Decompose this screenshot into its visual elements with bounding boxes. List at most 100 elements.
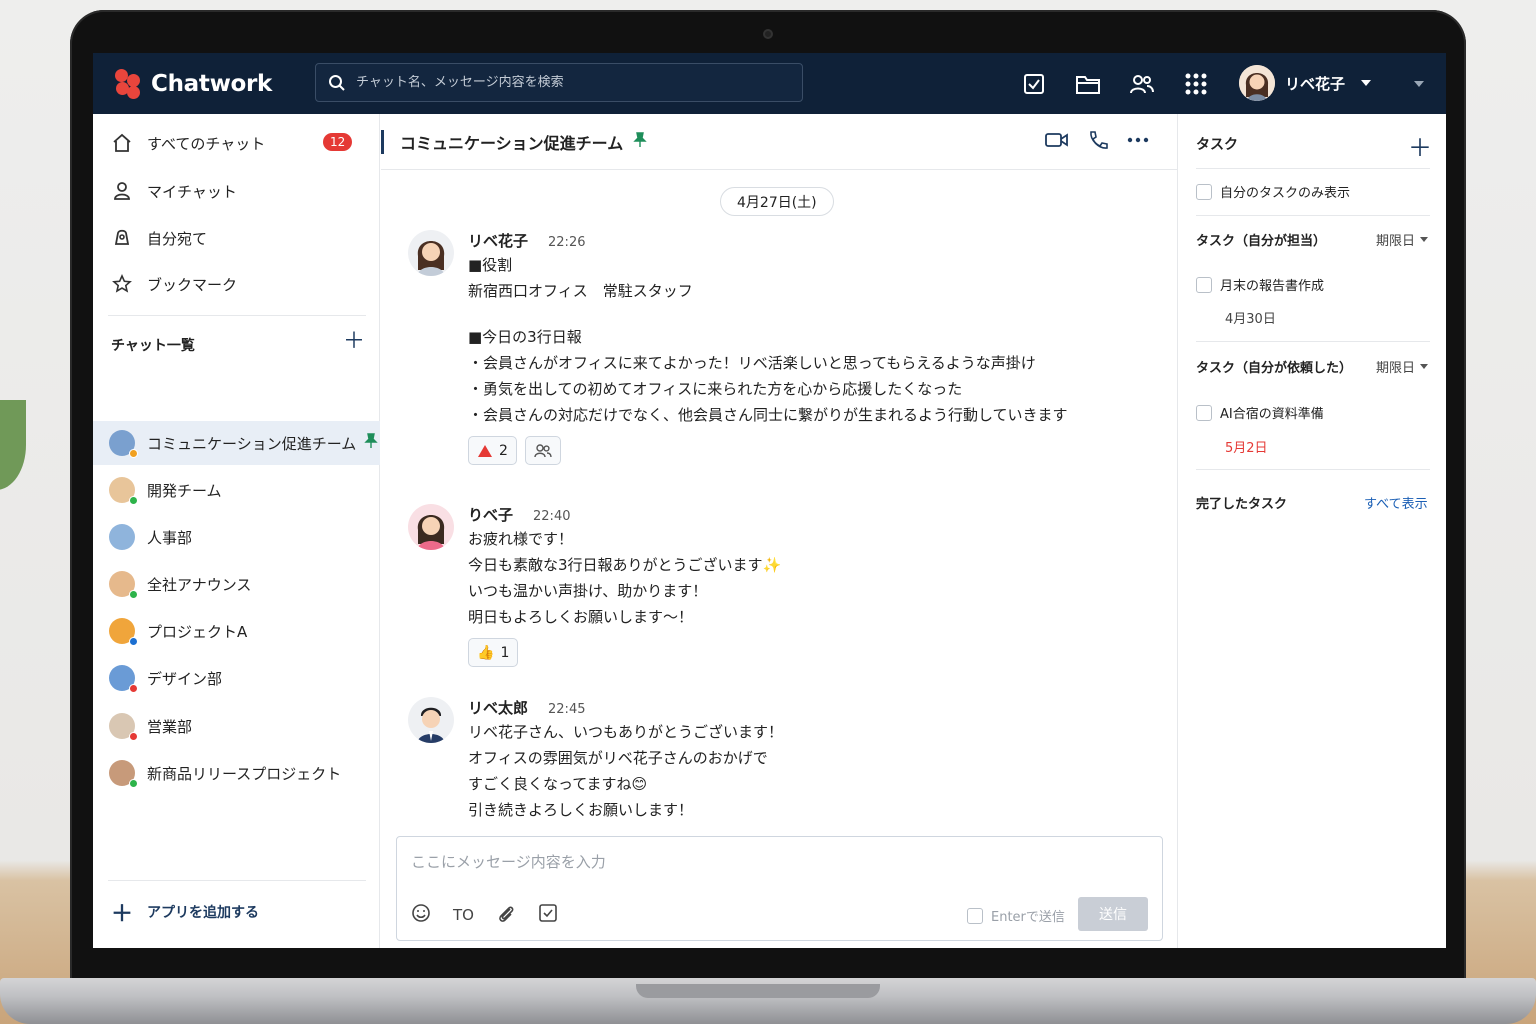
left-sidebar: すべてのチャット 12 マイチャット 自分宛て ブックマーク チャット一覧 ＋ … [93, 114, 380, 948]
task-item[interactable]: AI合宿の資料準備 [1196, 403, 1324, 422]
composer-toolbar: TO [411, 903, 558, 927]
message-input[interactable] [411, 851, 1141, 881]
sender-name[interactable]: リベ太郎 [468, 697, 528, 718]
chat-title: コミュニケーション促進チーム [400, 133, 624, 153]
message-line: ・勇気を出しての初めてオフィスに来られた方を心から応援したくなった [468, 380, 963, 398]
room-item-communication[interactable]: コミュニケーション促進チーム [93, 421, 380, 465]
only-my-tasks-toggle[interactable]: 自分のタスクのみ表示 [1196, 182, 1350, 201]
message-line: 引き続きよろしくお願いします！ [468, 801, 694, 819]
task-divider [1196, 341, 1430, 342]
avatar[interactable] [408, 504, 454, 550]
to-button[interactable]: TO [453, 906, 474, 924]
message-line: ■役割 [468, 256, 513, 274]
search-icon [329, 74, 345, 91]
webcam [763, 29, 773, 39]
chevron-down-icon[interactable] [1414, 81, 1424, 87]
task-panel-title: タスク [1196, 137, 1238, 153]
room-item-design[interactable]: デザイン部 [93, 656, 380, 700]
only-mine-checkbox[interactable] [1196, 183, 1212, 200]
task-label: AI合宿の資料準備 [1220, 407, 1324, 422]
attachment-icon[interactable] [496, 903, 516, 927]
task-label: 月末の報告書作成 [1220, 279, 1325, 294]
user-menu[interactable]: リベ花子 [1239, 65, 1372, 101]
sort-dropdown[interactable]: 期限日 [1376, 357, 1429, 376]
task-checkbox[interactable] [1196, 276, 1212, 293]
more-options-icon[interactable] [1127, 130, 1149, 156]
room-label: 全社アナウンス [147, 575, 252, 594]
chat-header: コミュニケーション促進チーム [381, 114, 1177, 170]
message-time: 22:45 [548, 702, 586, 717]
message-line: いつも温かい声掛け、助かります！ [468, 582, 708, 600]
show-all-link[interactable]: すべて表示 [1364, 493, 1428, 512]
user-name: リベ花子 [1285, 74, 1346, 93]
enter-to-send-toggle[interactable]: Enterで送信 [967, 906, 1065, 925]
room-label: 営業部 [147, 717, 193, 736]
video-call-icon[interactable] [1045, 130, 1069, 156]
add-task-button[interactable]: ＋ [1408, 128, 1432, 163]
room-label: プロジェクトA [147, 622, 248, 641]
chevron-down-icon [1420, 364, 1429, 369]
logo-mark-icon [113, 68, 145, 100]
chatwork-logo[interactable]: Chatwork [113, 68, 315, 100]
task-add-icon[interactable] [538, 903, 558, 927]
enter-send-checkbox[interactable] [967, 907, 983, 924]
room-label: 開発チーム [147, 481, 222, 500]
add-app-button[interactable]: ＋ アプリを追加する [111, 896, 259, 928]
apps-grid-icon[interactable] [1180, 68, 1212, 100]
star-icon [111, 273, 133, 295]
search-box[interactable] [315, 63, 803, 102]
nav-my-chat[interactable]: マイチャット [93, 171, 380, 211]
sort-dropdown[interactable]: 期限日 [1376, 230, 1429, 249]
message-line: ・会員さんの対応だけでなく、他会員さん同士に繋がりが生まれるよう行動していきます [468, 406, 1068, 424]
room-item-release[interactable]: 新商品リリースプロジェクト [93, 751, 380, 795]
triangle-reaction-icon [478, 444, 492, 457]
reaction-button[interactable]: 2 [468, 436, 517, 465]
room-item-hr[interactable]: 人事部 [93, 515, 380, 559]
group-avatar-icon [109, 713, 138, 741]
task-checkbox[interactable] [1196, 404, 1212, 421]
people-icon [534, 443, 552, 457]
nav-label: ブックマーク [147, 275, 238, 294]
task-icon[interactable] [1018, 68, 1050, 100]
message-line: リベ花子さん、いつもありがとうございます！ [468, 723, 784, 741]
room-item-sales[interactable]: 営業部 [93, 704, 380, 748]
contacts-icon[interactable] [1126, 68, 1158, 100]
assigned-tasks-title: タスク（自分が担当） [1196, 234, 1327, 249]
sender-name[interactable]: りべ子 [468, 504, 513, 525]
reaction-users-button[interactable] [524, 436, 561, 465]
search-input[interactable] [356, 75, 776, 90]
room-item-project-a[interactable]: プロジェクトA [93, 609, 380, 653]
task-divider [1196, 215, 1430, 216]
nav-all-chats[interactable]: すべてのチャット 12 [93, 123, 380, 163]
message-line: 新宿西口オフィス 常駐スタッフ [468, 282, 693, 300]
folder-icon[interactable] [1072, 68, 1104, 100]
pin-icon [364, 433, 378, 453]
voice-call-icon[interactable] [1087, 130, 1109, 156]
room-item-announce[interactable]: 全社アナウンス [93, 562, 380, 606]
group-avatar-icon [109, 618, 138, 646]
avatar[interactable] [408, 697, 454, 743]
avatar[interactable] [408, 230, 454, 276]
sort-label: 期限日 [1376, 361, 1416, 376]
task-item[interactable]: 月末の報告書作成 [1196, 275, 1324, 294]
add-chat-button[interactable]: ＋ [343, 331, 365, 353]
user-caret-icon [1361, 80, 1372, 86]
top-header: Chatwork リベ花子 [93, 53, 1446, 114]
pin-icon[interactable] [633, 131, 647, 152]
nav-mentions[interactable]: 自分宛て [93, 218, 380, 258]
plus-icon: ＋ [111, 902, 134, 927]
emoji-icon[interactable] [411, 903, 431, 927]
sender-name[interactable]: リベ花子 [468, 230, 528, 251]
task-divider [1196, 168, 1430, 169]
room-item-dev[interactable]: 開発チーム [93, 468, 380, 512]
user-avatar [1239, 65, 1275, 101]
nav-bookmarks[interactable]: ブックマーク [93, 264, 380, 304]
send-button[interactable]: 送信 [1078, 897, 1148, 931]
reaction-button[interactable]: 👍 1 [468, 638, 519, 667]
group-avatar-icon [109, 524, 135, 550]
date-separator: 4月27日(土) [720, 187, 834, 216]
chat-actions [1045, 130, 1149, 156]
group-avatar-icon [109, 571, 138, 599]
thumbs-up-icon: 👍 [477, 644, 495, 661]
